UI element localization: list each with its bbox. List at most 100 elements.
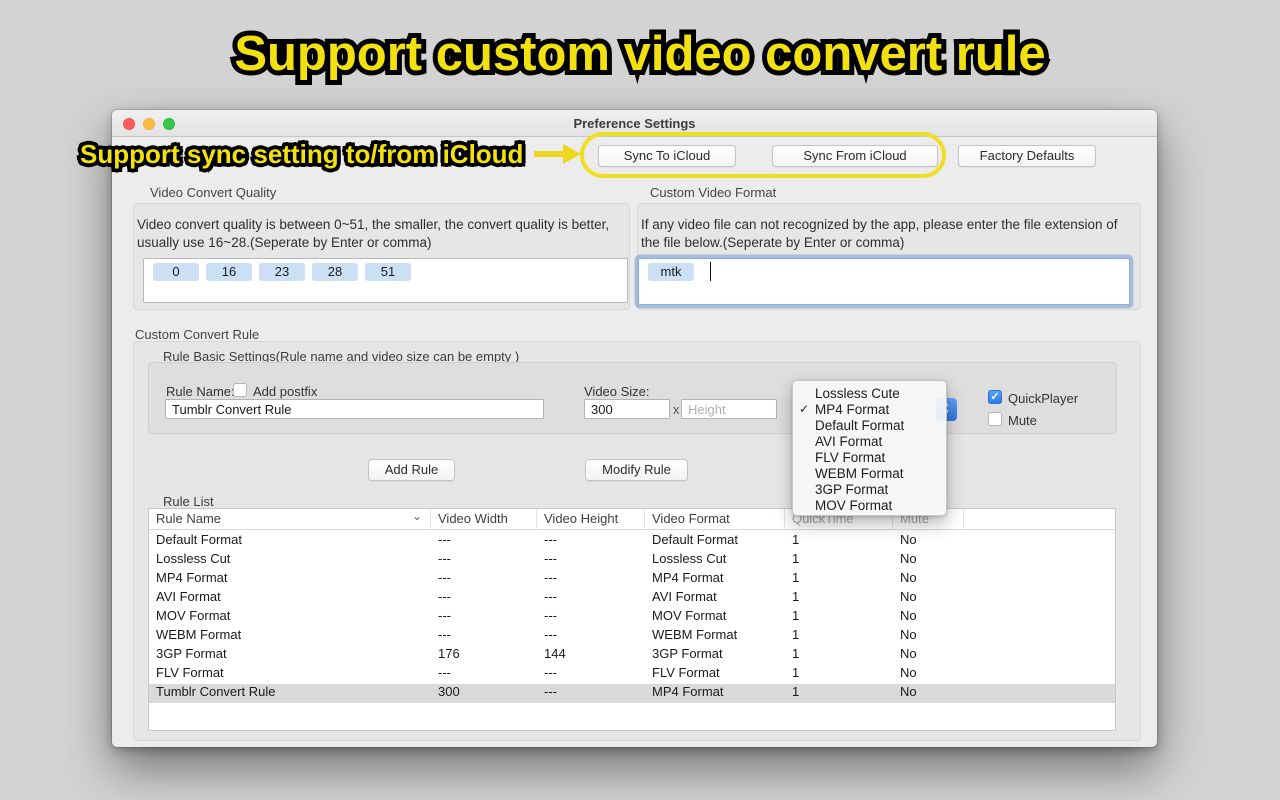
- format-description: If any video file can not recognized by …: [641, 216, 1133, 251]
- table-cell: No: [893, 570, 964, 589]
- table-row[interactable]: MP4 Format------MP4 Format1No: [149, 570, 1115, 589]
- rule-list-body: Default Format------Default Format1NoLos…: [149, 532, 1115, 703]
- format-group-title: Custom Video Format: [650, 185, 776, 200]
- table-cell: ---: [537, 665, 645, 684]
- mute-checkbox[interactable]: [988, 412, 1002, 426]
- table-cell: No: [893, 684, 964, 703]
- mute-label: Mute: [1008, 413, 1037, 428]
- rule-name-label: Rule Name:: [166, 384, 235, 399]
- table-row[interactable]: WEBM Format------WEBM Format1No: [149, 627, 1115, 646]
- menu-item[interactable]: ✓MP4 Format: [793, 401, 946, 417]
- table-cell: ---: [431, 589, 537, 608]
- token-chip[interactable]: 16: [206, 263, 252, 281]
- table-cell: WEBM Format: [149, 627, 431, 646]
- quickplayer-label: QuickPlayer: [1008, 391, 1078, 406]
- token-chip[interactable]: 51: [365, 263, 411, 281]
- table-row[interactable]: Lossless Cut------Lossless Cut1No: [149, 551, 1115, 570]
- table-cell: MOV Format: [645, 608, 785, 627]
- add-postfix-label: Add postfix: [253, 384, 317, 399]
- table-cell: 1: [785, 646, 893, 665]
- format-dropdown-menu: Lossless Cute✓MP4 FormatDefault FormatAV…: [792, 380, 947, 516]
- factory-defaults-button[interactable]: Factory Defaults: [958, 145, 1096, 167]
- table-cell: 176: [431, 646, 537, 665]
- table-cell: 300: [431, 684, 537, 703]
- window-title: Preference Settings: [112, 116, 1157, 131]
- table-cell: Default Format: [149, 532, 431, 551]
- table-cell: 3GP Format: [149, 646, 431, 665]
- quickplayer-checkbox[interactable]: ✓: [988, 390, 1002, 404]
- menu-item[interactable]: Lossless Cute: [793, 385, 946, 401]
- rule-list-header: Rule Name⌄Video WidthVideo HeightVideo F…: [149, 509, 1115, 530]
- table-cell: 1: [785, 532, 893, 551]
- table-cell: Lossless Cut: [645, 551, 785, 570]
- sync-from-icloud-button[interactable]: Sync From iCloud: [772, 145, 938, 167]
- column-header[interactable]: Video Height: [537, 509, 645, 529]
- table-cell: ---: [537, 627, 645, 646]
- table-cell: 1: [785, 608, 893, 627]
- quality-group-title: Video Convert Quality: [150, 185, 276, 200]
- format-token-row: mtk: [648, 263, 694, 281]
- table-cell: No: [893, 551, 964, 570]
- table-cell: 144: [537, 646, 645, 665]
- table-row[interactable]: MOV Format------MOV Format1No: [149, 608, 1115, 627]
- column-header[interactable]: Video Width: [431, 509, 537, 529]
- menu-item-label: AVI Format: [815, 434, 882, 449]
- token-chip[interactable]: 28: [312, 263, 358, 281]
- format-token-field[interactable]: mtk: [638, 258, 1130, 305]
- titlebar[interactable]: Preference Settings: [112, 110, 1157, 137]
- rule-list-title: Rule List: [163, 494, 214, 509]
- menu-item[interactable]: WEBM Format: [793, 465, 946, 481]
- sync-to-icloud-button[interactable]: Sync To iCloud: [598, 145, 736, 167]
- table-cell: AVI Format: [645, 589, 785, 608]
- table-cell: ---: [537, 532, 645, 551]
- table-cell: 1: [785, 665, 893, 684]
- table-cell: ---: [537, 570, 645, 589]
- table-cell: 1: [785, 589, 893, 608]
- table-cell: No: [893, 532, 964, 551]
- table-row[interactable]: Tumblr Convert Rule300---MP4 Format1No: [149, 684, 1115, 703]
- video-width-input[interactable]: [584, 399, 670, 419]
- column-header[interactable]: Video Format: [645, 509, 785, 529]
- rule-name-input[interactable]: [165, 399, 544, 419]
- menu-item-label: 3GP Format: [815, 482, 888, 497]
- table-cell: No: [893, 646, 964, 665]
- preference-settings-window: Preference Settings Sync To iCloud Sync …: [112, 110, 1157, 747]
- table-cell: MP4 Format: [645, 570, 785, 589]
- sort-chevron-icon[interactable]: ⌄: [412, 509, 422, 523]
- table-cell: ---: [431, 570, 537, 589]
- table-cell: No: [893, 627, 964, 646]
- table-cell: ---: [431, 551, 537, 570]
- menu-item[interactable]: AVI Format: [793, 433, 946, 449]
- menu-item[interactable]: MOV Format: [793, 497, 946, 513]
- quality-description: Video convert quality is between 0~51, t…: [137, 216, 626, 251]
- column-header[interactable]: Rule Name⌄: [149, 509, 431, 529]
- token-chip[interactable]: 23: [259, 263, 305, 281]
- menu-item[interactable]: Default Format: [793, 417, 946, 433]
- add-postfix-checkbox[interactable]: [233, 383, 247, 397]
- video-height-input[interactable]: [681, 399, 777, 419]
- table-cell: 1: [785, 684, 893, 703]
- table-cell: ---: [537, 551, 645, 570]
- rule-list-table: Rule Name⌄Video WidthVideo HeightVideo F…: [148, 508, 1116, 731]
- menu-item-label: MOV Format: [815, 498, 892, 513]
- text-cursor: [710, 262, 711, 281]
- add-rule-button[interactable]: Add Rule: [368, 459, 455, 481]
- table-cell: ---: [537, 684, 645, 703]
- table-row[interactable]: 3GP Format1761443GP Format1No: [149, 646, 1115, 665]
- quality-token-field[interactable]: 0 16 23 28 51: [143, 258, 628, 303]
- menu-item[interactable]: FLV Format: [793, 449, 946, 465]
- table-cell: MP4 Format: [645, 684, 785, 703]
- table-cell: ---: [431, 532, 537, 551]
- table-row[interactable]: FLV Format------FLV Format1No: [149, 665, 1115, 684]
- token-chip[interactable]: mtk: [648, 263, 694, 281]
- table-cell: 1: [785, 570, 893, 589]
- token-chip[interactable]: 0: [153, 263, 199, 281]
- table-cell: 1: [785, 551, 893, 570]
- table-cell: FLV Format: [645, 665, 785, 684]
- table-row[interactable]: Default Format------Default Format1No: [149, 532, 1115, 551]
- table-cell: MP4 Format: [149, 570, 431, 589]
- modify-rule-button[interactable]: Modify Rule: [585, 459, 688, 481]
- table-cell: Lossless Cut: [149, 551, 431, 570]
- menu-item[interactable]: 3GP Format: [793, 481, 946, 497]
- table-row[interactable]: AVI Format------AVI Format1No: [149, 589, 1115, 608]
